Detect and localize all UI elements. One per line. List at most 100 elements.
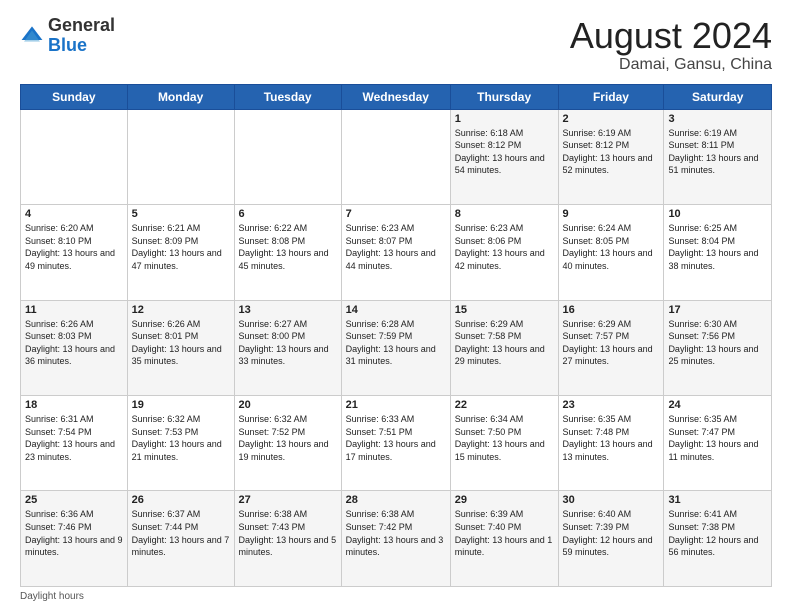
calendar-week: 1 Sunrise: 6:18 AM Sunset: 8:12 PM Dayli… [21, 109, 772, 204]
day-number: 5 [132, 208, 230, 220]
calendar-cell: 15 Sunrise: 6:29 AM Sunset: 7:58 PM Dayl… [450, 300, 558, 395]
calendar-cell: 28 Sunrise: 6:38 AM Sunset: 7:42 PM Dayl… [341, 491, 450, 587]
calendar-cell: 5 Sunrise: 6:21 AM Sunset: 8:09 PM Dayli… [127, 205, 234, 300]
month-year: August 2024 [570, 16, 772, 56]
day-number: 17 [668, 304, 767, 316]
footer-note: Daylight hours [20, 591, 772, 602]
calendar-cell: 2 Sunrise: 6:19 AM Sunset: 8:12 PM Dayli… [558, 109, 664, 204]
day-number: 20 [239, 399, 337, 411]
day-info: Sunrise: 6:29 AM Sunset: 7:58 PM Dayligh… [455, 318, 554, 368]
day-info: Sunrise: 6:38 AM Sunset: 7:43 PM Dayligh… [239, 508, 337, 558]
day-number: 9 [563, 208, 660, 220]
day-info: Sunrise: 6:27 AM Sunset: 8:00 PM Dayligh… [239, 318, 337, 368]
day-number: 25 [25, 494, 123, 506]
day-info: Sunrise: 6:29 AM Sunset: 7:57 PM Dayligh… [563, 318, 660, 368]
day-info: Sunrise: 6:19 AM Sunset: 8:12 PM Dayligh… [563, 127, 660, 177]
calendar-cell: 22 Sunrise: 6:34 AM Sunset: 7:50 PM Dayl… [450, 396, 558, 491]
calendar-cell: 30 Sunrise: 6:40 AM Sunset: 7:39 PM Dayl… [558, 491, 664, 587]
day-info: Sunrise: 6:35 AM Sunset: 7:48 PM Dayligh… [563, 413, 660, 463]
calendar-cell: 21 Sunrise: 6:33 AM Sunset: 7:51 PM Dayl… [341, 396, 450, 491]
weekday-header: Saturday [664, 84, 772, 109]
day-number: 1 [455, 113, 554, 125]
day-number: 15 [455, 304, 554, 316]
calendar-cell: 16 Sunrise: 6:29 AM Sunset: 7:57 PM Dayl… [558, 300, 664, 395]
day-number: 4 [25, 208, 123, 220]
day-number: 10 [668, 208, 767, 220]
day-number: 30 [563, 494, 660, 506]
calendar-cell [127, 109, 234, 204]
calendar-cell: 8 Sunrise: 6:23 AM Sunset: 8:06 PM Dayli… [450, 205, 558, 300]
calendar-table: SundayMondayTuesdayWednesdayThursdayFrid… [20, 84, 772, 587]
calendar-cell: 10 Sunrise: 6:25 AM Sunset: 8:04 PM Dayl… [664, 205, 772, 300]
calendar-cell: 31 Sunrise: 6:41 AM Sunset: 7:38 PM Dayl… [664, 491, 772, 587]
day-number: 6 [239, 208, 337, 220]
day-info: Sunrise: 6:19 AM Sunset: 8:11 PM Dayligh… [668, 127, 767, 177]
calendar-week: 4 Sunrise: 6:20 AM Sunset: 8:10 PM Dayli… [21, 205, 772, 300]
day-info: Sunrise: 6:35 AM Sunset: 7:47 PM Dayligh… [668, 413, 767, 463]
calendar-cell: 14 Sunrise: 6:28 AM Sunset: 7:59 PM Dayl… [341, 300, 450, 395]
day-info: Sunrise: 6:18 AM Sunset: 8:12 PM Dayligh… [455, 127, 554, 177]
day-info: Sunrise: 6:30 AM Sunset: 7:56 PM Dayligh… [668, 318, 767, 368]
day-number: 27 [239, 494, 337, 506]
day-info: Sunrise: 6:23 AM Sunset: 8:07 PM Dayligh… [346, 222, 446, 272]
day-info: Sunrise: 6:23 AM Sunset: 8:06 PM Dayligh… [455, 222, 554, 272]
day-info: Sunrise: 6:33 AM Sunset: 7:51 PM Dayligh… [346, 413, 446, 463]
title-block: August 2024 Damai, Gansu, China [570, 16, 772, 74]
calendar-week: 25 Sunrise: 6:36 AM Sunset: 7:46 PM Dayl… [21, 491, 772, 587]
weekday-header: Monday [127, 84, 234, 109]
day-info: Sunrise: 6:20 AM Sunset: 8:10 PM Dayligh… [25, 222, 123, 272]
day-info: Sunrise: 6:34 AM Sunset: 7:50 PM Dayligh… [455, 413, 554, 463]
calendar-week: 18 Sunrise: 6:31 AM Sunset: 7:54 PM Dayl… [21, 396, 772, 491]
weekday-header: Wednesday [341, 84, 450, 109]
day-number: 16 [563, 304, 660, 316]
header: General Blue August 2024 Damai, Gansu, C… [20, 16, 772, 74]
page: General Blue August 2024 Damai, Gansu, C… [0, 0, 792, 612]
calendar-cell [21, 109, 128, 204]
calendar-cell [234, 109, 341, 204]
logo: General Blue [20, 16, 115, 56]
weekday-header: Sunday [21, 84, 128, 109]
day-info: Sunrise: 6:28 AM Sunset: 7:59 PM Dayligh… [346, 318, 446, 368]
day-info: Sunrise: 6:24 AM Sunset: 8:05 PM Dayligh… [563, 222, 660, 272]
calendar-cell: 27 Sunrise: 6:38 AM Sunset: 7:43 PM Dayl… [234, 491, 341, 587]
calendar-week: 11 Sunrise: 6:26 AM Sunset: 8:03 PM Dayl… [21, 300, 772, 395]
day-info: Sunrise: 6:25 AM Sunset: 8:04 PM Dayligh… [668, 222, 767, 272]
day-number: 2 [563, 113, 660, 125]
day-info: Sunrise: 6:22 AM Sunset: 8:08 PM Dayligh… [239, 222, 337, 272]
day-info: Sunrise: 6:36 AM Sunset: 7:46 PM Dayligh… [25, 508, 123, 558]
day-number: 13 [239, 304, 337, 316]
day-number: 22 [455, 399, 554, 411]
day-number: 31 [668, 494, 767, 506]
logo-text: General Blue [48, 16, 115, 56]
calendar-cell: 20 Sunrise: 6:32 AM Sunset: 7:52 PM Dayl… [234, 396, 341, 491]
calendar-cell: 1 Sunrise: 6:18 AM Sunset: 8:12 PM Dayli… [450, 109, 558, 204]
calendar-cell: 12 Sunrise: 6:26 AM Sunset: 8:01 PM Dayl… [127, 300, 234, 395]
calendar-cell: 26 Sunrise: 6:37 AM Sunset: 7:44 PM Dayl… [127, 491, 234, 587]
day-info: Sunrise: 6:39 AM Sunset: 7:40 PM Dayligh… [455, 508, 554, 558]
weekday-header: Friday [558, 84, 664, 109]
calendar-cell: 29 Sunrise: 6:39 AM Sunset: 7:40 PM Dayl… [450, 491, 558, 587]
calendar-cell: 13 Sunrise: 6:27 AM Sunset: 8:00 PM Dayl… [234, 300, 341, 395]
weekday-header: Thursday [450, 84, 558, 109]
day-number: 7 [346, 208, 446, 220]
calendar-cell: 9 Sunrise: 6:24 AM Sunset: 8:05 PM Dayli… [558, 205, 664, 300]
day-number: 3 [668, 113, 767, 125]
header-row: SundayMondayTuesdayWednesdayThursdayFrid… [21, 84, 772, 109]
day-info: Sunrise: 6:26 AM Sunset: 8:03 PM Dayligh… [25, 318, 123, 368]
day-number: 24 [668, 399, 767, 411]
day-info: Sunrise: 6:38 AM Sunset: 7:42 PM Dayligh… [346, 508, 446, 558]
calendar-cell: 23 Sunrise: 6:35 AM Sunset: 7:48 PM Dayl… [558, 396, 664, 491]
day-info: Sunrise: 6:26 AM Sunset: 8:01 PM Dayligh… [132, 318, 230, 368]
calendar-cell: 25 Sunrise: 6:36 AM Sunset: 7:46 PM Dayl… [21, 491, 128, 587]
day-info: Sunrise: 6:31 AM Sunset: 7:54 PM Dayligh… [25, 413, 123, 463]
day-info: Sunrise: 6:21 AM Sunset: 8:09 PM Dayligh… [132, 222, 230, 272]
day-info: Sunrise: 6:32 AM Sunset: 7:52 PM Dayligh… [239, 413, 337, 463]
calendar-cell: 6 Sunrise: 6:22 AM Sunset: 8:08 PM Dayli… [234, 205, 341, 300]
calendar-cell: 3 Sunrise: 6:19 AM Sunset: 8:11 PM Dayli… [664, 109, 772, 204]
day-number: 26 [132, 494, 230, 506]
day-number: 28 [346, 494, 446, 506]
logo-icon [20, 24, 44, 48]
calendar-cell [341, 109, 450, 204]
day-number: 11 [25, 304, 123, 316]
day-info: Sunrise: 6:32 AM Sunset: 7:53 PM Dayligh… [132, 413, 230, 463]
